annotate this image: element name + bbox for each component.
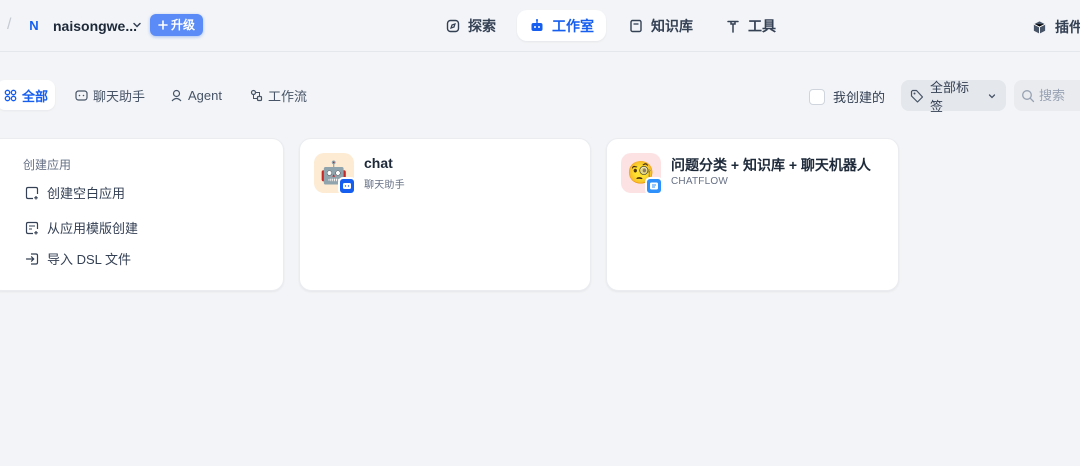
top-bar: / N naisongwe... 升级 探索 工作室 知识库 工具 插件 xyxy=(0,0,1080,52)
workspace-avatar[interactable]: N xyxy=(26,17,42,35)
search-input[interactable] xyxy=(1039,88,1080,103)
create-blank-app-button[interactable]: 创建空白应用 xyxy=(25,183,125,202)
sparkle-icon xyxy=(158,20,168,30)
nav-label: 知识库 xyxy=(651,17,693,34)
search-icon xyxy=(1021,89,1035,103)
app-card[interactable]: 🤖 chat 聊天助手 xyxy=(299,138,591,291)
create-item-label: 从应用模版创建 xyxy=(47,221,139,236)
search-box[interactable] xyxy=(1014,80,1080,111)
nav-knowledge[interactable]: 知识库 xyxy=(616,10,705,41)
create-from-template-button[interactable]: 从应用模版创建 xyxy=(25,218,138,237)
tab-chat-assistant[interactable]: 聊天助手 xyxy=(68,80,152,110)
tab-all[interactable]: 全部 xyxy=(0,80,56,110)
tab-workflow[interactable]: 工作流 xyxy=(243,80,314,110)
chatflow-badge-icon xyxy=(645,177,663,195)
breadcrumb-separator: / xyxy=(7,16,12,33)
tag-icon xyxy=(910,89,924,103)
tags-filter-button[interactable]: 全部标签 xyxy=(901,80,1006,114)
agent-icon xyxy=(170,89,183,102)
app-card[interactable]: 🧐 问题分类 + 知识库 + 聊天机器人 CHATFLOW xyxy=(606,138,899,291)
app-type: CHATFLOW xyxy=(671,176,728,187)
app-type: 聊天助手 xyxy=(364,180,405,191)
create-app-title: 创建应用 xyxy=(23,158,72,172)
create-item-label: 创建空白应用 xyxy=(47,186,126,201)
nav-label: 工作室 xyxy=(552,17,594,34)
tags-label: 全部标签 xyxy=(930,79,970,114)
grid-icon xyxy=(4,89,17,102)
compass-icon xyxy=(445,18,461,34)
created-by-me-label: 我创建的 xyxy=(833,90,886,105)
hammer-icon xyxy=(725,18,741,34)
nav-explore[interactable]: 探索 xyxy=(433,10,508,41)
tab-label: Agent xyxy=(188,87,222,103)
nav-tools[interactable]: 工具 xyxy=(713,10,788,41)
template-icon xyxy=(25,221,39,235)
tab-label: 聊天助手 xyxy=(93,88,146,104)
book-icon xyxy=(628,18,644,34)
nav-label: 探索 xyxy=(468,17,496,34)
plugins-label: 插件 xyxy=(1055,19,1080,35)
workflow-icon xyxy=(250,89,263,102)
tab-label: 全部 xyxy=(22,88,49,104)
chat-icon xyxy=(75,89,88,102)
plugins-link[interactable]: 插件 xyxy=(1032,17,1080,37)
import-icon xyxy=(25,252,39,266)
create-item-label: 导入 DSL 文件 xyxy=(47,252,132,267)
chevron-down-icon[interactable] xyxy=(131,19,143,31)
upgrade-label: 升级 xyxy=(171,18,196,32)
app-name: chat xyxy=(364,155,393,171)
nav-label: 工具 xyxy=(748,17,776,34)
robot-icon xyxy=(529,18,545,34)
created-by-me-filter[interactable]: 我创建的 xyxy=(809,87,885,106)
upgrade-button[interactable]: 升级 xyxy=(150,14,204,36)
file-plus-icon xyxy=(25,186,39,200)
create-app-card: 创建应用 创建空白应用 从应用模版创建 导入 DSL 文件 xyxy=(0,138,284,291)
app-name: 问题分类 + 知识库 + 聊天机器人 xyxy=(671,157,871,173)
workspace-name[interactable]: naisongwe... xyxy=(53,17,137,35)
created-by-me-checkbox[interactable] xyxy=(809,88,825,105)
import-dsl-button[interactable]: 导入 DSL 文件 xyxy=(25,249,131,268)
tab-label: 工作流 xyxy=(268,88,308,104)
cube-icon xyxy=(1032,20,1047,35)
chat-badge-icon xyxy=(338,177,356,195)
nav-studio[interactable]: 工作室 xyxy=(517,10,606,41)
tab-agent[interactable]: Agent xyxy=(163,80,229,110)
chevron-down-icon xyxy=(987,91,997,101)
